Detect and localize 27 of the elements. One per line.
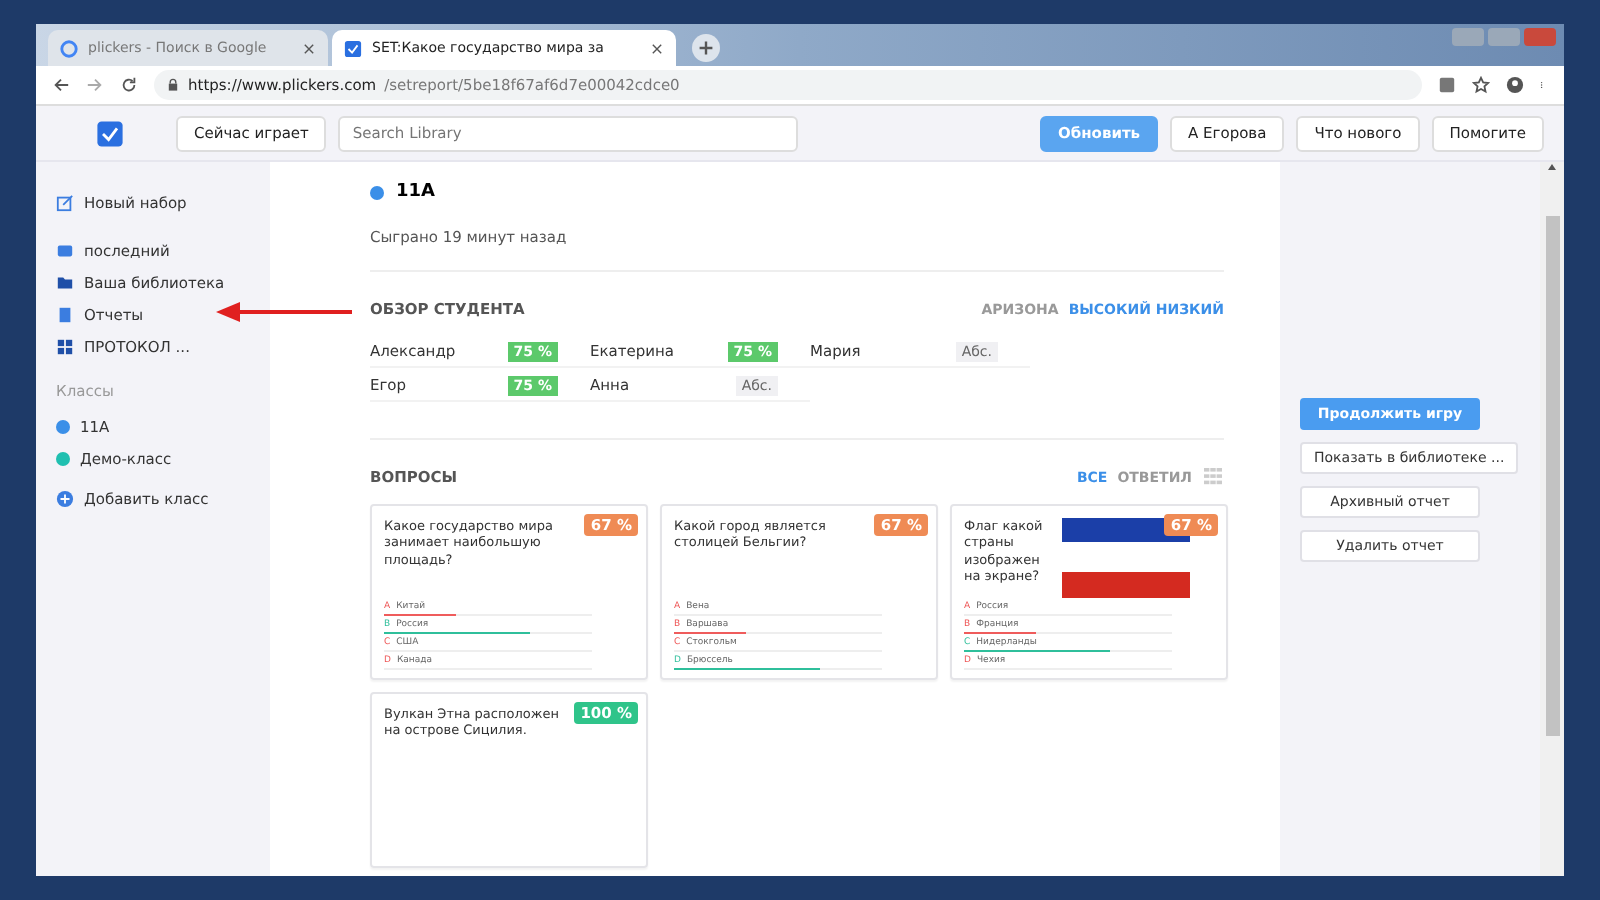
reload-icon [120, 76, 138, 94]
class-name: 11A [396, 182, 435, 202]
maximize-button[interactable] [1488, 28, 1520, 46]
arrow-annotation [216, 300, 352, 324]
plus-icon [698, 40, 714, 56]
document-icon [56, 305, 74, 323]
class-dot [370, 185, 384, 199]
minimize-button[interactable] [1452, 28, 1484, 46]
tray-icon [56, 241, 74, 259]
new-tab-button[interactable] [692, 34, 720, 62]
account-icon [1506, 76, 1524, 94]
forward-icon [86, 76, 104, 94]
star-icon [1472, 76, 1490, 94]
back-icon [52, 76, 70, 94]
folder-icon [56, 273, 74, 291]
edit-icon [56, 193, 74, 211]
lock-icon [166, 78, 180, 92]
scrollbar-thumb[interactable] [1545, 216, 1559, 736]
plus-circle-icon [56, 489, 74, 507]
grid-icon [1202, 468, 1224, 486]
checkbox-icon [344, 39, 362, 57]
close-icon [650, 41, 664, 55]
close-button[interactable] [1524, 28, 1556, 46]
flag-drawing [1062, 518, 1190, 602]
grid-icon [56, 337, 74, 355]
close-icon [302, 41, 316, 55]
logo-icon [96, 119, 124, 147]
